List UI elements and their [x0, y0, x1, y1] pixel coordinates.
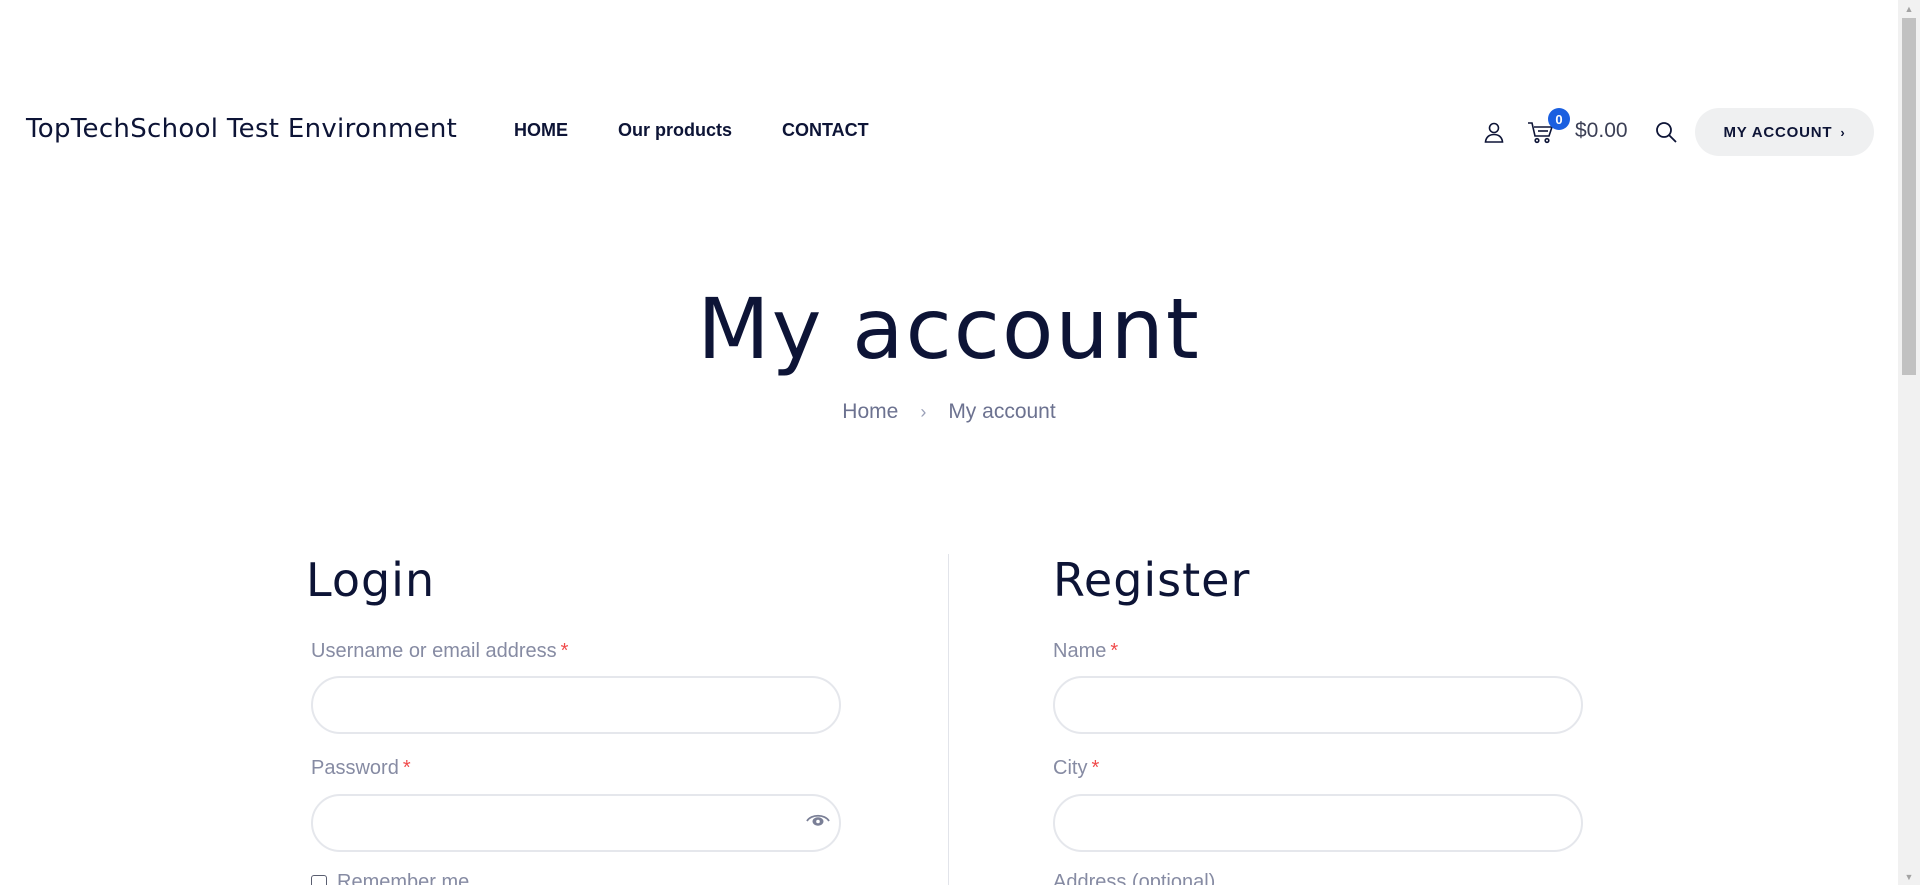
my-account-button[interactable]: MY ACCOUNT › [1695, 108, 1874, 156]
chevron-right-icon: › [1840, 124, 1846, 140]
register-title: Register [1053, 553, 1251, 607]
required-marker: * [402, 757, 411, 779]
city-label-text: City [1053, 757, 1088, 779]
username-input[interactable] [311, 676, 841, 734]
breadcrumb-separator-icon: › [920, 402, 927, 422]
remember-me-row: Remember me [311, 871, 469, 885]
address-label-text: Address (optional) [1053, 871, 1216, 885]
scroll-down-arrow-icon[interactable]: ▼ [1898, 868, 1920, 885]
cart-total[interactable]: $0.00 [1575, 119, 1628, 143]
scroll-up-arrow-icon[interactable]: ▲ [1898, 0, 1920, 17]
my-account-button-label: MY ACCOUNT [1723, 123, 1833, 141]
page: TopTechSchool Test Environment HOME Our … [0, 0, 1920, 885]
name-label-text: Name [1053, 640, 1107, 662]
page-scrollbar[interactable]: ▲ ▼ [1898, 0, 1920, 885]
search-icon[interactable] [1654, 120, 1678, 144]
password-label-text: Password [311, 757, 399, 779]
name-input[interactable] [1053, 676, 1583, 734]
eye-icon[interactable] [806, 812, 830, 828]
remember-me-label[interactable]: Remember me [337, 871, 469, 885]
column-divider [948, 554, 949, 885]
name-label: Name * [1053, 640, 1118, 663]
required-marker: * [560, 640, 569, 662]
required-marker: * [1110, 640, 1119, 662]
site-header: TopTechSchool Test Environment HOME Our … [0, 0, 1898, 262]
remember-me-checkbox[interactable] [311, 874, 327, 885]
password-label: Password * [311, 757, 411, 780]
address-label: Address (optional) [1053, 871, 1215, 885]
header-actions: 0 $0.00 MY ACCOUNT › [0, 108, 1898, 156]
breadcrumb-current: My account [948, 400, 1056, 423]
breadcrumb-home[interactable]: Home [842, 400, 898, 423]
password-input[interactable] [311, 794, 841, 852]
cart-count-badge: 0 [1548, 108, 1570, 130]
login-title: Login [306, 553, 436, 607]
city-label: City * [1053, 757, 1099, 780]
username-label-text: Username or email address [311, 640, 557, 662]
user-icon[interactable] [1482, 120, 1506, 144]
username-label: Username or email address * [311, 640, 568, 663]
page-title: My account [697, 280, 1201, 378]
city-input[interactable] [1053, 794, 1583, 852]
required-marker: * [1091, 757, 1100, 779]
scrollbar-thumb[interactable] [1902, 18, 1916, 375]
breadcrumb: Home › My account [0, 400, 1898, 424]
